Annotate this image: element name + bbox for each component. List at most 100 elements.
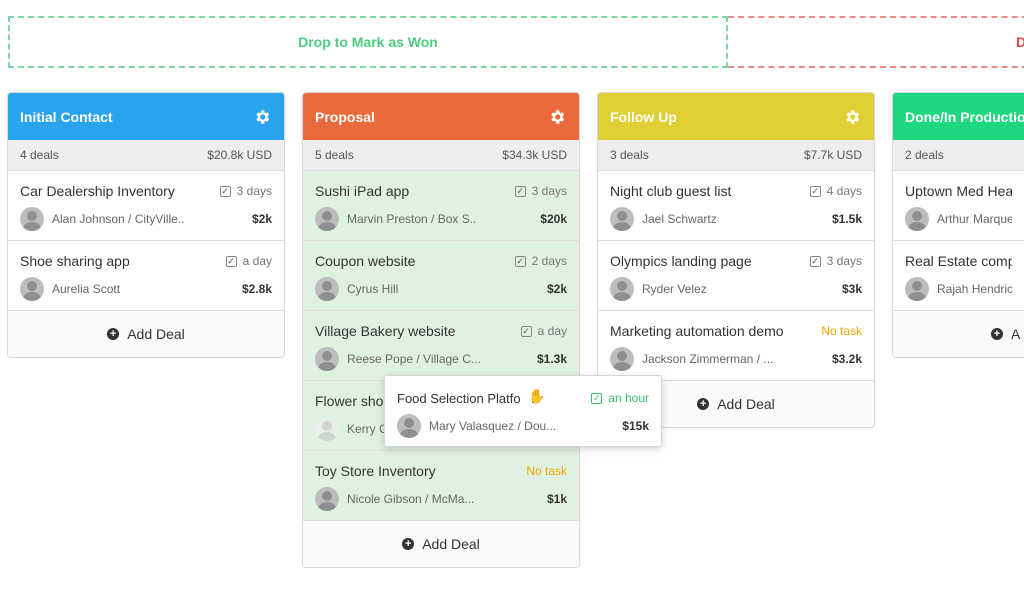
deal-amount: $1k bbox=[546, 492, 567, 506]
column-title: Initial Contact bbox=[20, 108, 113, 125]
deal-contact: Aurelia Scott bbox=[52, 282, 121, 296]
column-done-in-production: Done/In Productio 2 deals Uptown Med Hea… bbox=[892, 92, 1024, 358]
deal-task[interactable]: ✓ 3 days bbox=[219, 184, 272, 198]
drop-zone-won-label: Drop to Mark as Won bbox=[298, 34, 438, 50]
avatar-icon bbox=[315, 417, 339, 441]
plus-circle-icon: + bbox=[402, 538, 415, 550]
column-summary: 4 deals $20.8k USD bbox=[8, 140, 284, 171]
checkbox-icon: ✓ bbox=[809, 185, 821, 197]
checkbox-icon: ✓ bbox=[514, 185, 526, 197]
add-deal-button[interactable]: + Add Deal bbox=[8, 311, 284, 357]
task-due: an hour bbox=[608, 391, 649, 405]
deal-title: Uptown Med Heal bbox=[905, 183, 1012, 199]
deal-contact: Kerry C bbox=[347, 422, 388, 436]
deal-contact: Nicole Gibson / McMa... bbox=[347, 492, 475, 506]
deal-task[interactable]: No task bbox=[526, 464, 567, 478]
deal-task[interactable]: ✓ 3 days bbox=[514, 184, 567, 198]
deal-card[interactable]: Night club guest list ✓ 4 days Jael Schwa… bbox=[598, 171, 874, 241]
deal-contact: Reese Pope / Village C... bbox=[347, 352, 481, 366]
deal-card[interactable]: Real Estate compa Rajah Hendricks bbox=[893, 241, 1024, 311]
deal-task[interactable]: ✓ a day bbox=[225, 254, 272, 268]
add-deal-button[interactable]: + Add Deal bbox=[303, 521, 579, 567]
deal-contact: Arthur Marquez bbox=[937, 212, 1012, 226]
deal-task[interactable]: ✓ an hour bbox=[591, 391, 649, 405]
deal-card[interactable]: Village Bakery website ✓ a day Reese Pope… bbox=[303, 311, 579, 381]
column-header: Initial Contact bbox=[8, 93, 284, 140]
deal-task[interactable]: ✓ a day bbox=[520, 324, 567, 338]
avatar-icon bbox=[610, 207, 634, 231]
task-due: 2 days bbox=[531, 254, 567, 268]
plus-circle-icon: + bbox=[697, 398, 710, 410]
deal-title: Flower sho bbox=[315, 393, 384, 409]
deal-contact: Jackson Zimmerman / ... bbox=[642, 352, 774, 366]
gear-icon[interactable] bbox=[547, 107, 567, 127]
drop-zone-lost[interactable]: D bbox=[728, 16, 1024, 68]
column-summary: 2 deals bbox=[893, 140, 1024, 171]
checkbox-icon: ✓ bbox=[225, 255, 237, 267]
avatar-icon bbox=[315, 487, 339, 511]
avatar-icon bbox=[905, 207, 929, 231]
deal-count: 3 deals bbox=[610, 148, 649, 162]
plus-circle-icon: + bbox=[991, 328, 1003, 340]
avatar-icon bbox=[610, 277, 634, 301]
deal-title: Shoe sharing app bbox=[20, 253, 130, 269]
deal-card[interactable]: Coupon website ✓ 2 days Cyrus Hill $2k bbox=[303, 241, 579, 311]
deal-amount: $3.2k bbox=[831, 352, 862, 366]
deal-task[interactable]: No task bbox=[821, 324, 862, 338]
deal-amount: $1.3k bbox=[536, 352, 567, 366]
deal-card[interactable]: Marketing automation demo No task Jackso… bbox=[598, 311, 874, 381]
deal-title: Car Dealership Inventory bbox=[20, 183, 175, 199]
drop-zone-won[interactable]: Drop to Mark as Won bbox=[8, 16, 728, 68]
column-title: Proposal bbox=[315, 108, 375, 125]
task-due: 4 days bbox=[826, 184, 862, 198]
deal-card[interactable]: Olympics landing page ✓ 3 days Ryder Vele… bbox=[598, 241, 874, 311]
deal-card[interactable]: Car Dealership Inventory ✓ 3 days Alan Jo… bbox=[8, 171, 284, 241]
deal-title: Marketing automation demo bbox=[610, 323, 784, 339]
gear-icon[interactable] bbox=[842, 107, 862, 127]
deal-title: Olympics landing page bbox=[610, 253, 752, 269]
gear-icon[interactable] bbox=[252, 107, 272, 127]
avatar-icon bbox=[315, 277, 339, 301]
deal-card[interactable]: Toy Store Inventory No task Nicole Gibso… bbox=[303, 451, 579, 521]
deal-task[interactable]: ✓ 4 days bbox=[809, 184, 862, 198]
deal-title: Toy Store Inventory bbox=[315, 463, 436, 479]
deal-card[interactable]: Uptown Med Heal Arthur Marquez bbox=[893, 171, 1024, 241]
column-initial-contact: Initial Contact 4 deals $20.8k USD Car D… bbox=[7, 92, 285, 358]
deal-amount: $1.5k bbox=[831, 212, 862, 226]
column-header: Done/In Productio bbox=[893, 93, 1024, 140]
column-summary: 5 deals $34.3k USD bbox=[303, 140, 579, 171]
column-proposal: Proposal 5 deals $34.3k USD Sushi iPad a… bbox=[302, 92, 580, 568]
deal-count: 5 deals bbox=[315, 148, 354, 162]
task-due: a day bbox=[242, 254, 272, 268]
column-summary: 3 deals $7.7k USD bbox=[598, 140, 874, 171]
deal-title: Sushi iPad app bbox=[315, 183, 410, 199]
drop-zone-lost-label: D bbox=[1016, 34, 1024, 50]
deal-amount: $2k bbox=[251, 212, 272, 226]
deal-task[interactable]: ✓ 3 days bbox=[809, 254, 862, 268]
deal-contact: Cyrus Hill bbox=[347, 282, 399, 296]
deal-task[interactable]: ✓ 2 days bbox=[514, 254, 567, 268]
column-header: Follow Up bbox=[598, 93, 874, 140]
task-due: No task bbox=[821, 324, 862, 338]
add-deal-button[interactable]: + A bbox=[893, 311, 1024, 357]
dragging-deal-card[interactable]: Food Selection Platfo h ✓ an hour Mary Va… bbox=[384, 375, 662, 447]
deal-amount: $2.8k bbox=[241, 282, 272, 296]
avatar-icon bbox=[315, 207, 339, 231]
deal-contact: Alan Johnson / CityVille.. bbox=[52, 212, 185, 226]
column-title: Follow Up bbox=[610, 108, 677, 125]
deal-contact: Marvin Preston / Box S.. bbox=[347, 212, 477, 226]
add-deal-label: Add Deal bbox=[422, 536, 480, 552]
checkbox-icon: ✓ bbox=[514, 255, 526, 267]
deal-contact: Ryder Velez bbox=[642, 282, 707, 296]
checkbox-icon: ✓ bbox=[520, 325, 532, 337]
deal-card[interactable]: Sushi iPad app ✓ 3 days Marvin Preston / … bbox=[303, 171, 579, 241]
task-due: 3 days bbox=[826, 254, 862, 268]
avatar-icon bbox=[315, 347, 339, 371]
deal-contact: Jael Schwartz bbox=[642, 212, 717, 226]
add-deal-label: Add Deal bbox=[127, 326, 185, 342]
deal-card[interactable]: Shoe sharing app ✓ a day Aurelia Scott $2… bbox=[8, 241, 284, 311]
deal-title: Night club guest list bbox=[610, 183, 732, 199]
avatar-icon bbox=[20, 207, 44, 231]
deal-amount: $3k bbox=[841, 282, 862, 296]
deal-total: $7.7k USD bbox=[803, 148, 862, 162]
